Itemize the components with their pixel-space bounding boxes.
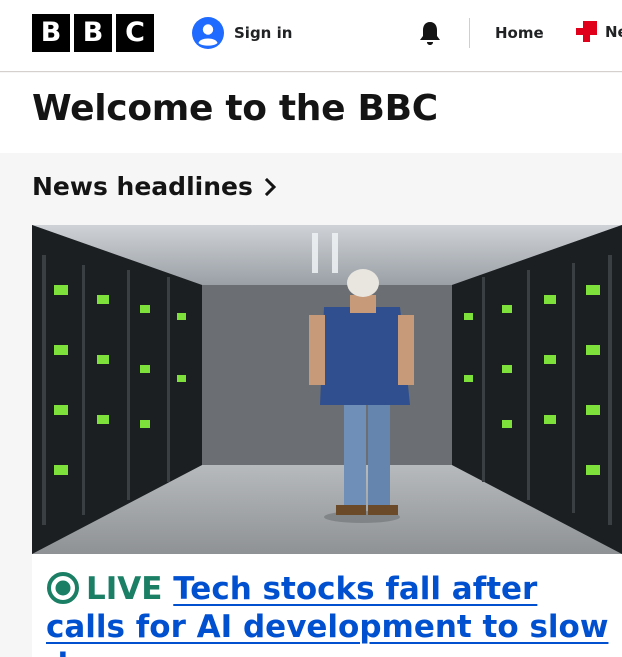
section-title: News headlines	[32, 172, 253, 201]
featured-story-card[interactable]: LIVE Tech stocks fall after calls for AI…	[32, 225, 622, 657]
user-avatar-icon	[192, 17, 224, 49]
nav-item-news-label: Ne	[605, 23, 622, 41]
logo-letter-b1: B	[32, 14, 70, 52]
sign-in-button[interactable]: Sign in	[192, 17, 292, 49]
sign-in-label: Sign in	[234, 24, 293, 42]
chevron-right-icon	[264, 177, 276, 196]
nav-divider	[469, 18, 470, 48]
top-navigation-bar: B B C Sign in Home Ne	[0, 0, 622, 72]
live-indicator-icon	[47, 572, 79, 604]
bell-icon[interactable]	[416, 19, 444, 47]
logo-letter-c: C	[116, 14, 154, 52]
nav-item-news[interactable]: Ne	[576, 21, 622, 43]
bbc-news-icon	[576, 21, 597, 42]
live-label: LIVE	[86, 571, 163, 607]
bbc-logo[interactable]: B B C	[32, 14, 154, 52]
page-title: Welcome to the BBC	[32, 88, 438, 129]
nav-item-home[interactable]: Home	[495, 24, 544, 42]
news-headlines-link[interactable]: News headlines	[32, 172, 277, 201]
logo-letter-b2: B	[74, 14, 112, 52]
story-headline: LIVE Tech stocks fall after calls for AI…	[46, 570, 616, 657]
story-image[interactable]	[32, 225, 622, 554]
